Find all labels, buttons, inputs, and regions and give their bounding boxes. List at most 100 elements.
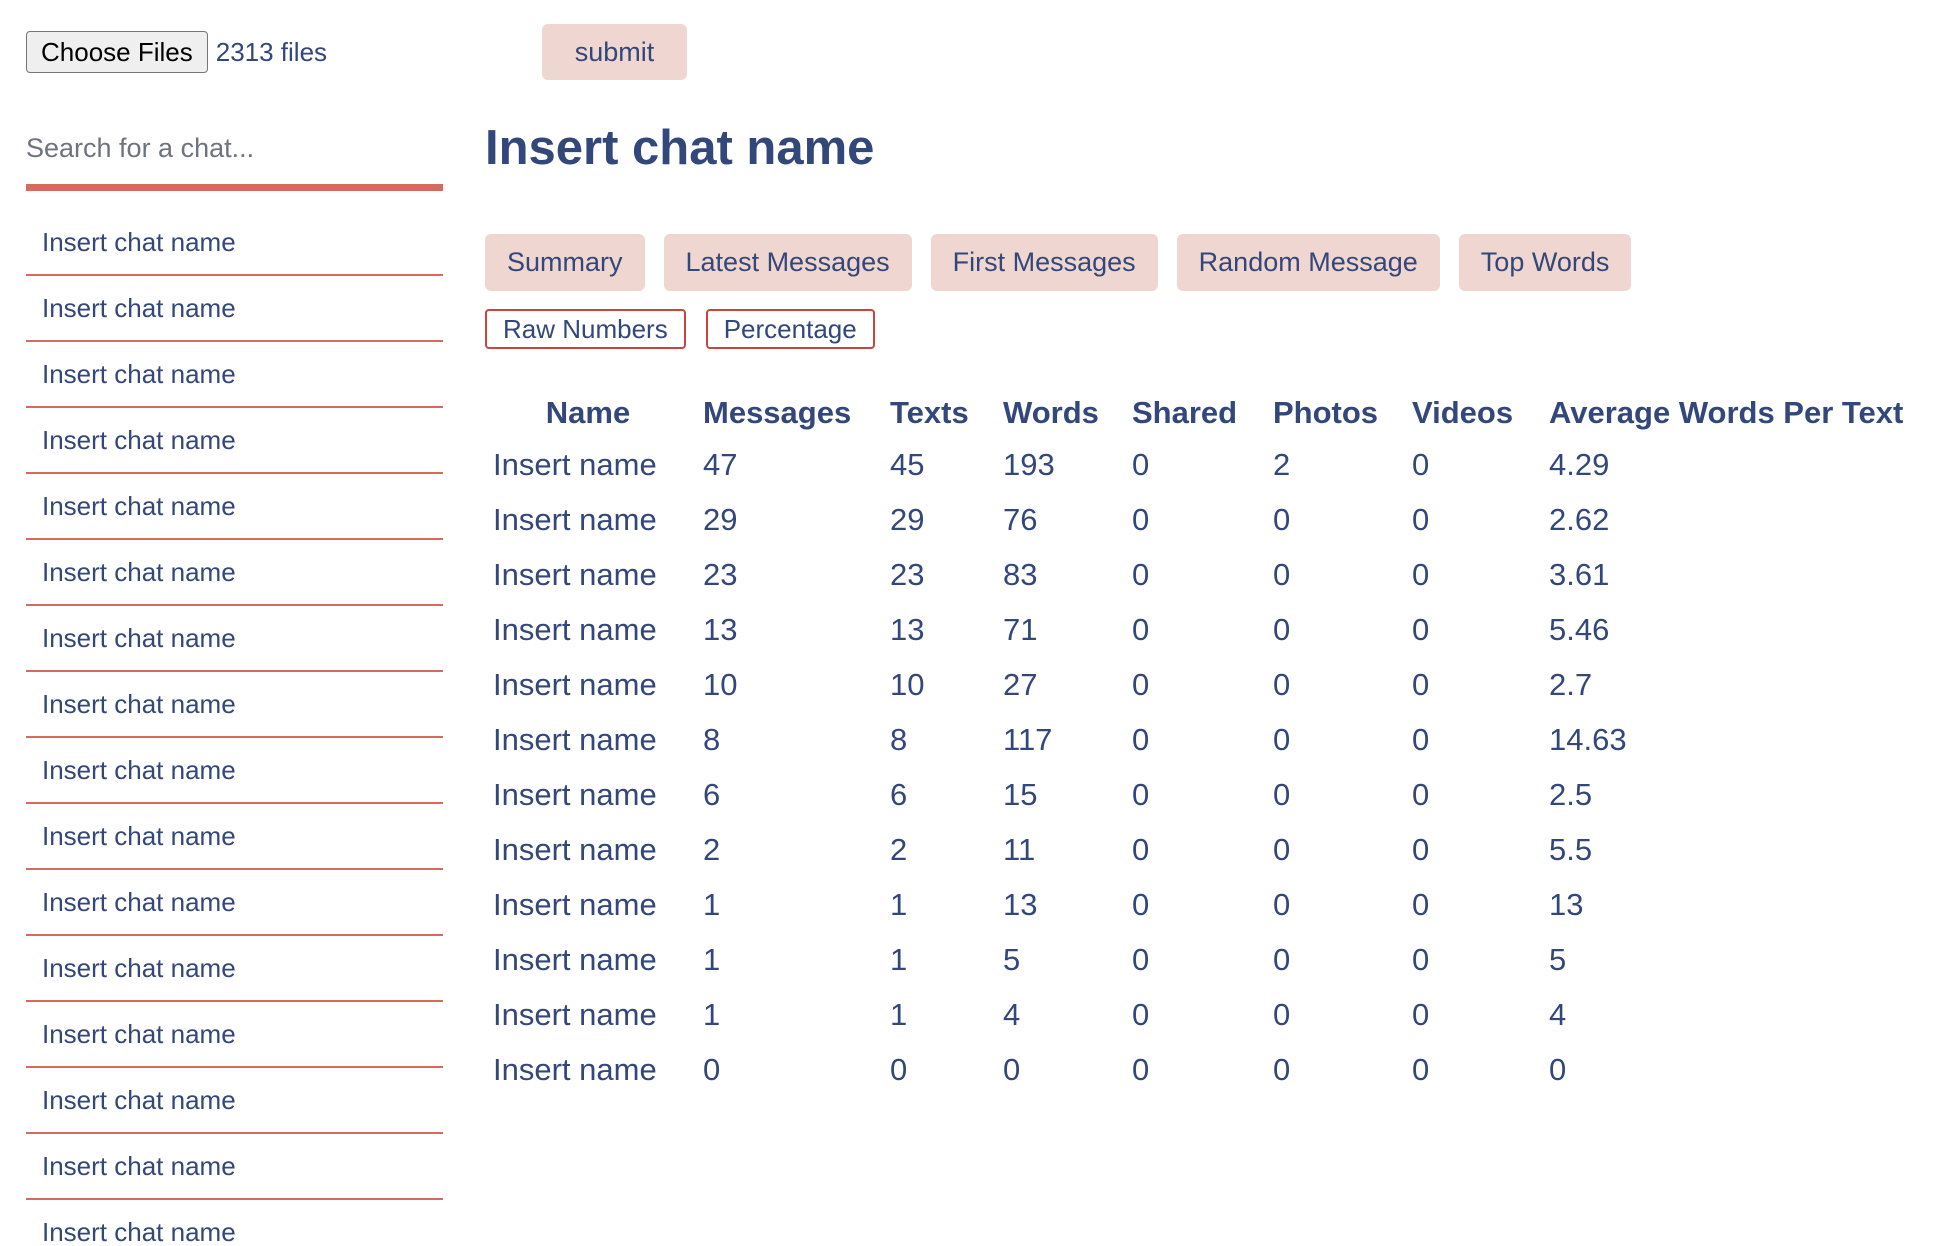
chat-list-item[interactable]: Insert chat name xyxy=(26,1134,443,1200)
chat-list-item[interactable]: Insert chat name xyxy=(26,276,443,342)
cell-photos: 0 xyxy=(1273,996,1291,1032)
chat-list-item[interactable]: Insert chat name xyxy=(26,540,443,606)
chat-search-input[interactable] xyxy=(26,126,426,170)
chat-list-item[interactable]: Insert chat name xyxy=(26,1068,443,1134)
column-header-name: Name xyxy=(545,395,631,430)
cell-texts: 2 xyxy=(890,831,908,867)
tab-latest-messages[interactable]: Latest Messages xyxy=(663,234,912,291)
chat-list-item[interactable]: Insert chat name xyxy=(26,1002,443,1068)
column-header-messages: Messages xyxy=(703,395,852,430)
chat-list-item[interactable]: Insert chat name xyxy=(26,1200,443,1246)
cell-shared: 0 xyxy=(1132,611,1150,647)
cell-photos: 0 xyxy=(1273,666,1291,702)
table-body: Insert name 47 45 193 0 2 0 4.29 Insert name 29 29… xyxy=(485,437,1921,1097)
cell-texts: 13 xyxy=(890,611,925,647)
table-row: Insert name 6 6 15 0 0 0 2.5 xyxy=(485,767,1921,822)
cell-words: 76 xyxy=(1003,501,1038,537)
chat-list-item[interactable]: Insert chat name xyxy=(26,342,443,408)
cell-texts: 1 xyxy=(890,886,908,922)
cell-photos: 0 xyxy=(1273,556,1291,592)
cell-name: Insert name xyxy=(493,1051,657,1087)
cell-photos: 0 xyxy=(1273,501,1291,537)
column-header-shared: Shared xyxy=(1132,395,1238,430)
cell-average-words-per-text: 14.63 xyxy=(1549,721,1627,757)
cell-texts: 6 xyxy=(890,776,908,812)
chat-list-item[interactable]: Insert chat name xyxy=(26,738,443,804)
tab-top-words[interactable]: Top Words xyxy=(1458,234,1632,291)
cell-messages: 1 xyxy=(703,996,721,1032)
percentage-button[interactable]: Percentage xyxy=(705,309,875,349)
chat-list: Insert chat name Insert chat name Insert c… xyxy=(26,210,443,1246)
cell-name: Insert name xyxy=(493,941,657,977)
cell-name: Insert name xyxy=(493,556,657,592)
chat-list-item[interactable]: Insert chat name xyxy=(26,672,443,738)
cell-words: 0 xyxy=(1003,1051,1021,1087)
cell-messages: 8 xyxy=(703,721,721,757)
cell-average-words-per-text: 4.29 xyxy=(1549,446,1610,482)
cell-words: 83 xyxy=(1003,556,1038,592)
cell-videos: 0 xyxy=(1412,941,1430,977)
chat-sidebar: Insert chat nameInsert chat nameInsert c… xyxy=(26,118,443,1246)
cell-words: 27 xyxy=(1003,666,1038,702)
tab-first-messages[interactable]: First Messages xyxy=(930,234,1158,291)
cell-videos: 0 xyxy=(1412,886,1430,922)
cell-texts: 0 xyxy=(890,1051,908,1087)
cell-shared: 0 xyxy=(1132,446,1150,482)
cell-average-words-per-text: 2.7 xyxy=(1549,666,1593,702)
cell-name: Insert name xyxy=(493,611,657,647)
column-header-texts: Texts xyxy=(890,395,969,430)
column-header-words: Words xyxy=(1003,395,1099,430)
chat-list-item[interactable]: Insert chat name xyxy=(26,870,443,936)
cell-messages: 1 xyxy=(703,941,721,977)
cell-messages: 29 xyxy=(703,501,738,537)
cell-shared: 0 xyxy=(1132,556,1150,592)
column-header-videos: Videos xyxy=(1412,395,1514,430)
cell-name: Insert name xyxy=(493,776,657,812)
cell-messages: 13 xyxy=(703,611,738,647)
cell-shared: 0 xyxy=(1132,996,1150,1032)
cell-messages: 23 xyxy=(703,556,738,592)
cell-messages: 10 xyxy=(703,666,738,702)
cell-photos: 0 xyxy=(1273,721,1291,757)
cell-videos: 0 xyxy=(1412,556,1430,592)
cell-photos: 0 xyxy=(1273,941,1291,977)
cell-average-words-per-text: 5.46 xyxy=(1549,611,1610,647)
chat-list-item[interactable]: Insert chat name xyxy=(26,408,443,474)
cell-shared: 0 xyxy=(1132,776,1150,812)
raw-numbers-button[interactable]: Raw Numbers xyxy=(485,309,686,349)
cell-shared: 0 xyxy=(1132,1051,1150,1087)
cell-average-words-per-text: 13 xyxy=(1549,886,1584,922)
cell-videos: 0 xyxy=(1412,721,1430,757)
view-tabs: Summary Latest Messages First Messages Rand… xyxy=(485,234,1632,291)
cell-average-words-per-text: 4 xyxy=(1549,996,1567,1032)
cell-texts: 1 xyxy=(890,941,908,977)
chat-list-item[interactable]: Insert chat name xyxy=(26,936,443,1002)
cell-shared: 0 xyxy=(1132,721,1150,757)
cell-photos: 0 xyxy=(1273,611,1291,647)
cell-videos: 0 xyxy=(1412,1051,1430,1087)
cell-texts: 45 xyxy=(890,446,925,482)
tab-random-message[interactable]: Random Message xyxy=(1176,234,1440,291)
search-box xyxy=(26,118,443,191)
chat-list-item[interactable]: Insert chat name xyxy=(26,606,443,672)
cell-shared: 0 xyxy=(1132,501,1150,537)
chat-list-item[interactable]: Insert chat name xyxy=(26,474,443,540)
cell-name: Insert name xyxy=(493,886,657,922)
cell-words: 5 xyxy=(1003,941,1021,977)
chat-title: Insert chat name xyxy=(485,121,875,175)
cell-name: Insert name xyxy=(493,996,657,1032)
cell-photos: 0 xyxy=(1273,1051,1291,1087)
cell-shared: 0 xyxy=(1132,886,1150,922)
cell-texts: 1 xyxy=(890,996,908,1032)
page: Choose Files 2313 files submit Insert ch… xyxy=(0,0,1946,1246)
chat-list-item[interactable]: Insert chat name xyxy=(26,210,443,276)
chat-detail: Insert chat name Summary Latest Messages F… xyxy=(485,0,1946,1246)
cell-name: Insert name xyxy=(493,831,657,867)
tab-summary[interactable]: Summary xyxy=(485,234,645,291)
column-header-average-words-per-text: Average Words Per Text xyxy=(1549,395,1904,430)
cell-shared: 0 xyxy=(1132,666,1150,702)
choose-files-button[interactable]: Choose Files xyxy=(26,31,208,73)
cell-videos: 0 xyxy=(1412,776,1430,812)
chat-list-item[interactable]: Insert chat name xyxy=(26,804,443,870)
cell-words: 15 xyxy=(1003,776,1038,812)
